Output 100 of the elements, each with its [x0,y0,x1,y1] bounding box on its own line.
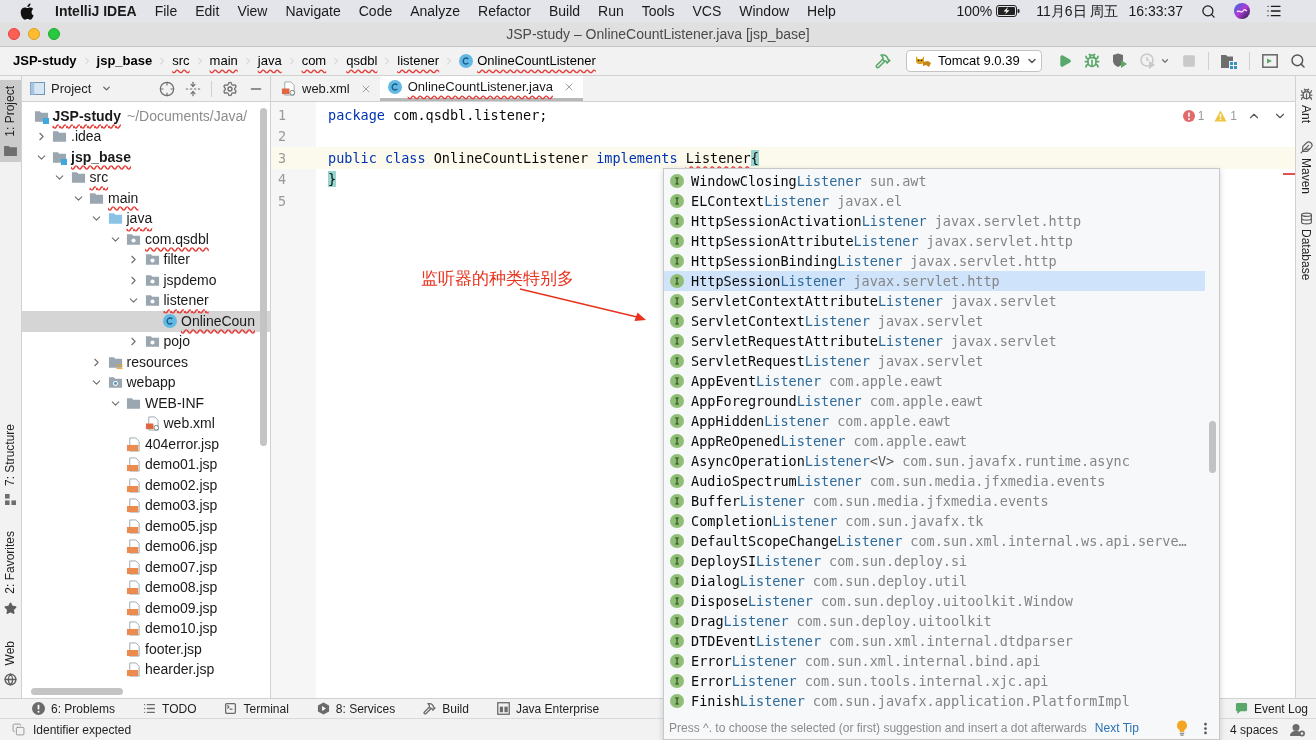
orb-icon[interactable] [1234,3,1250,19]
tree-item[interactable]: main [22,188,270,209]
tree-item[interactable]: footer.jsp [22,639,270,660]
tool-window-tab[interactable]: 1: Project [0,80,21,162]
completion-item[interactable]: HttpSessionAttributeListener javax.servlet.http [664,231,1205,251]
tool-window-button[interactable]: 6: Problems [26,699,122,718]
completion-item[interactable]: AppForegroundListener com.apple.eawt [664,391,1205,411]
completion-item[interactable]: DTDEventListener com.sun.xml.internal.dtdparser [664,631,1205,651]
collapse-all-icon[interactable] [185,80,201,97]
breadcrumb[interactable]: listener [396,51,441,71]
tool-window-button[interactable]: 8: Services [310,699,402,718]
menu-item[interactable]: Help [799,0,844,22]
tree-item[interactable]: demo05.jsp [22,516,270,537]
menu-item[interactable]: Analyze [402,0,468,22]
person-gear-icon[interactable] [1290,722,1306,737]
zoom-window-button[interactable] [48,28,60,40]
tree-item[interactable]: web.xml [22,413,270,434]
completion-item[interactable]: DisposeListener com.sun.deploy.uitoolkit.Window [664,591,1205,611]
completion-item[interactable]: AudioSpectrumListener com.sun.media.jfxmedia.events [664,471,1205,491]
completion-item[interactable]: HttpSessionActivationListener javax.servlet.http [664,211,1205,231]
tree-item[interactable]: 404error.jsp [22,434,270,455]
completion-item[interactable]: AppReOpened Listener com.apple.eawt [664,431,1205,451]
tree-item[interactable]: OnlineCoun [22,311,270,332]
completion-item[interactable]: ErrorListener com.sun.tools.internal.xjc.api [664,671,1205,691]
event-log-button[interactable]: Event Log [1230,699,1312,718]
tree-item[interactable]: demo02.jsp [22,475,270,496]
list-icon[interactable] [1266,3,1282,19]
lightbulb-icon[interactable] [1176,720,1188,736]
breadcrumb[interactable]: JSP-study [12,51,78,71]
tree-item[interactable]: jspdemo [22,270,270,291]
tree-item[interactable]: java [22,208,270,229]
tool-window-tab[interactable]: Database [1296,208,1316,285]
completion-item[interactable]: ELContextListener javax.el [664,191,1205,211]
completion-item[interactable]: AsyncOperationListener<V> com.sun.javafx.runtime.async [664,451,1205,471]
completion-item[interactable]: BufferListener com.sun.media.jfxmedia.events [664,491,1205,511]
menu-item[interactable]: File [146,0,186,22]
breadcrumb[interactable]: main [208,51,239,71]
tree-item[interactable]: jsp_base [22,147,270,168]
view-selector-dropdown[interactable]: Project [30,78,113,99]
tool-window-tab[interactable]: Web [0,634,21,692]
completion-item[interactable]: DeploySIListener com.sun.deploy.si [664,551,1205,571]
tree-item[interactable]: demo09.jsp [22,598,270,619]
tool-window-button[interactable]: Build [417,699,475,718]
tool-window-tab[interactable]: Maven [1296,137,1316,199]
completion-item[interactable]: CompletionListener com.sun.javafx.tk [664,511,1205,531]
app-menu[interactable]: IntelliJ IDEA [47,0,145,22]
tree-item[interactable]: listener [22,290,270,311]
tool-window-tab[interactable]: 7: Structure [0,417,21,511]
menu-item[interactable]: Window [731,0,798,22]
tree-item[interactable]: hearder.jsp [22,659,270,680]
completion-item[interactable]: WindowClosingListener sun.awt [664,171,1205,191]
menu-item[interactable]: Build [540,0,589,22]
completion-item[interactable]: ServletRequestAttributeListener javax.servlet [664,331,1205,351]
menu-item[interactable]: Navigate [277,0,349,22]
tree-item[interactable]: demo03.jsp [22,495,270,516]
completion-item[interactable]: AppEventListener com.apple.eawt [664,371,1205,391]
completion-item[interactable]: AppHiddenListener com.apple.eawt [664,411,1205,431]
tree-item[interactable]: resources [22,352,270,373]
editor-tab[interactable]: OnlineCountListener.java [379,76,583,101]
tool-window-button[interactable]: TODO [137,699,203,718]
breadcrumb[interactable]: com [300,51,328,71]
completion-item[interactable]: DragListener com.sun.deploy.uitoolkit [664,611,1205,631]
scrollbar-thumb[interactable] [31,688,123,695]
tool-window-tab[interactable]: Ant [1296,84,1316,127]
squares-icon[interactable] [12,723,25,736]
breadcrumb[interactable]: jsp_base [95,51,154,71]
tree-item[interactable]: demo07.jsp [22,557,270,578]
close-window-button[interactable] [8,28,20,40]
menu-item[interactable]: Refactor [470,0,539,22]
completion-item[interactable]: ErrorListener com.sun.xml.internal.bind.api [664,651,1205,671]
tool-window-button[interactable]: Terminal [218,699,295,718]
tree-item[interactable]: src [22,167,270,188]
completion-item[interactable]: ServletContextListener javax.servlet [664,311,1205,331]
next-tip-link[interactable]: Next Tip [1094,719,1139,737]
breadcrumb[interactable]: OnlineCountListener [458,51,597,71]
completion-item[interactable]: HttpSessionListener javax.servlet.http [664,271,1205,291]
menu-item[interactable]: Code [350,0,401,22]
tree-item[interactable]: filter [22,249,270,270]
indent-setting[interactable]: 4 spaces [1229,720,1278,739]
scrollbar-thumb[interactable] [1209,421,1216,473]
tree-item[interactable]: webapp [22,372,270,393]
scrollbar-thumb[interactable] [260,108,267,446]
tree-item[interactable]: demo08.jsp [22,577,270,598]
menu-item[interactable]: View [229,0,276,22]
run-config-dropdown[interactable]: Tomcat 9.0.39 [906,50,1042,72]
menu-item[interactable]: Tools [633,0,683,22]
completion-item[interactable]: DefaultScopeChangeListener com.sun.xml.internal.ws.api.serve… [664,531,1205,551]
completion-item[interactable]: ServletRequestListener javax.servlet [664,351,1205,371]
tree-item[interactable]: JSP-study ~/Documents/Java/ [22,106,270,127]
search-icon[interactable] [1201,3,1216,19]
breadcrumb[interactable]: qsdbl [345,51,379,71]
locate-icon[interactable] [159,80,175,97]
tree-item[interactable]: WEB-INF [22,393,270,414]
completion-item[interactable]: DialogListener com.sun.deploy.util [664,571,1205,591]
menu-item[interactable]: Run [590,0,632,22]
settings-icon[interactable] [222,80,238,97]
completion-item[interactable]: HttpSessionBindingListener javax.servlet.http [664,251,1205,271]
tree-item[interactable]: demo06.jsp [22,536,270,557]
tool-window-button[interactable]: Java Enterprise [490,699,606,718]
completion-item[interactable]: ServletContextAttributeListener javax.servlet [664,291,1205,311]
